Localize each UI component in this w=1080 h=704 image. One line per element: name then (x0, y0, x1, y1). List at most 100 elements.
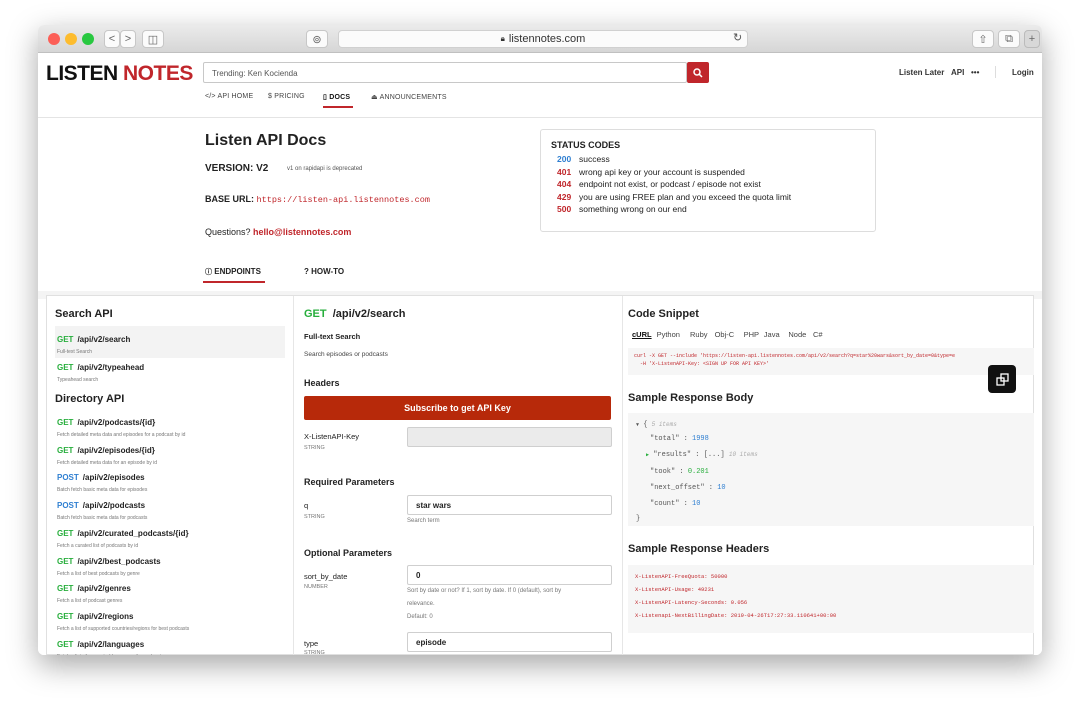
json-took-key: "took" (650, 468, 676, 476)
code-snippet-heading: Code Snippet (628, 308, 699, 320)
status-code-text: wrong api key or your account is suspend… (579, 166, 745, 177)
status-codes-title: STATUS CODES (551, 140, 621, 150)
api-key-input[interactable] (407, 427, 612, 447)
api-link[interactable]: API (951, 68, 964, 77)
curl-line-1: curl -X GET --include 'https://listen-ap… (634, 353, 956, 359)
new-tab-icon[interactable]: + (1024, 30, 1040, 48)
lang-tab[interactable]: Java (764, 330, 780, 339)
json-next-offset: "next_offset" : 10 (650, 484, 726, 492)
tab-endpoints-label: ENDPOINTS (214, 267, 261, 276)
q-param-input[interactable]: star wars (407, 495, 612, 515)
search-icon[interactable] (687, 62, 709, 83)
shield-icon[interactable]: ⊚ (306, 30, 328, 48)
json-results-value: [...] (703, 451, 725, 459)
json-item-count: 5 items (651, 421, 677, 428)
logo-text-listen: LISTEN (46, 62, 118, 85)
endpoint-method: POST (57, 473, 79, 483)
nav-api-home[interactable]: </> API HOME (205, 93, 253, 100)
column-divider (622, 296, 623, 655)
lang-tab[interactable]: Ruby (690, 330, 708, 339)
status-code-text: endpoint not exist, or podcast / episode… (579, 179, 761, 189)
search-api-heading: Search API (55, 308, 113, 320)
json-root[interactable]: ▼ { 5 items (636, 421, 677, 429)
minimize-window-icon[interactable] (65, 33, 77, 45)
close-window-icon[interactable] (48, 33, 60, 45)
lang-tab[interactable]: cURL (632, 330, 652, 339)
subscribe-button[interactable]: Subscribe to get API Key (304, 396, 611, 420)
nav-divider (995, 66, 996, 78)
questions-line: Questions? hello@listennotes.com (205, 227, 351, 237)
back-icon[interactable]: < (104, 30, 120, 48)
json-results-count: 10 items (728, 451, 758, 458)
sort-param-input[interactable]: 0 (407, 565, 612, 585)
zoom-window-icon[interactable] (82, 33, 94, 45)
tabs-overview-icon[interactable]: ⧉ (998, 30, 1020, 48)
endpoint-path: /api/v2/search (332, 308, 406, 320)
sample-response-body: ▼ { 5 items "total" : 1998 ▶ "results" :… (628, 413, 1034, 526)
json-total-value: 1998 (692, 435, 709, 443)
optional-params-heading: Optional Parameters (304, 548, 393, 558)
header-divider (38, 117, 1042, 118)
status-code-text: something wrong on our end (579, 204, 687, 214)
listen-later-link[interactable]: Listen Later (899, 68, 944, 77)
contact-email-link[interactable]: hello@listennotes.com (253, 227, 351, 237)
endpoint-path: /api/v2/languages (77, 639, 145, 649)
search-input[interactable]: Trending: Ken Kocienda (203, 62, 687, 83)
endpoint-subtitle: Full-text Search (304, 332, 361, 341)
column-divider (293, 296, 294, 655)
lang-tab[interactable]: Node (788, 330, 806, 339)
nav-pricing[interactable]: $ PRICING (268, 93, 305, 100)
status-code-row: 500 something wrong on our end (557, 203, 865, 216)
lang-tab[interactable]: C# (813, 330, 823, 339)
type-param-input[interactable]: episode (407, 632, 612, 652)
address-bar[interactable]: 🔒︎ listennotes.com (338, 30, 748, 48)
status-codes-panel: STATUS CODES 200 success 401 wrong api key … (540, 129, 876, 232)
q-param-help: Search term (407, 518, 440, 524)
web-page: LISTEN NOTES Trending: Ken Kocienda List… (38, 54, 1042, 655)
tab-endpoints[interactable]: ⓘ ENDPOINTS (205, 267, 261, 277)
status-code: 200 (557, 154, 572, 164)
q-param-label: q (304, 501, 309, 510)
json-total: "total" : 1998 (650, 435, 709, 443)
json-close-brace: } (636, 515, 641, 523)
status-code: 429 (557, 191, 572, 202)
json-results[interactable]: ▶ "results" : [...] 10 items (646, 451, 758, 459)
headers-heading: Headers (304, 378, 340, 388)
site-logo[interactable]: LISTEN NOTES (46, 62, 193, 86)
base-url-value[interactable]: https://listen-api.listennotes.com (257, 195, 430, 205)
endpoint-method: GET (57, 445, 74, 455)
json-open-brace: { (643, 421, 648, 429)
required-params-heading: Required Parameters (304, 477, 395, 487)
curl-snippet[interactable]: curl -X GET --include 'https://listen-ap… (628, 348, 1034, 375)
status-code-text: success (579, 154, 610, 164)
json-took-value: 0.201 (687, 468, 709, 476)
endpoint-path: /api/v2/podcasts (82, 501, 146, 511)
status-code-row: 429 you are using FREE plan and you excee… (557, 191, 865, 204)
endpoint-method: GET (57, 584, 74, 594)
endpoint-list-item[interactable]: GET/api/v2/typeahead Typeahead search (55, 354, 285, 386)
info-icon: ⓘ (205, 269, 212, 276)
browser-toolbar: < > ◫ ⊚ 🔒︎ listennotes.com ↻ ⇧ ⧉ + (38, 25, 1042, 53)
q-param-type: STRING (304, 514, 325, 520)
lang-tab[interactable]: Obj-C (715, 330, 735, 339)
share-icon[interactable]: ⇧ (972, 30, 994, 48)
sort-param-help-1: Sort by date or not? If 1, sort by date.… (407, 588, 562, 594)
login-link[interactable]: Login (1012, 68, 1034, 77)
response-header-line: X-Listenapi-NextBillingDate: 2019-04-26T… (635, 612, 837, 619)
reload-icon[interactable]: ↻ (733, 31, 742, 44)
sort-param-label: sort_by_date (304, 572, 348, 581)
copy-icon[interactable] (988, 365, 1016, 393)
forward-icon[interactable]: > (120, 30, 136, 48)
endpoint-list-item[interactable]: GET/api/v2/languages Fetch a list of supp… (55, 631, 285, 655)
tab-howto[interactable]: ? HOW-TO (304, 267, 344, 276)
more-menu-icon[interactable]: ••• (971, 68, 979, 77)
sidebar-toggle-icon[interactable]: ◫ (142, 30, 164, 48)
sample-body-heading: Sample Response Body (628, 392, 754, 404)
nav-announcements[interactable]: ⏏ ANNOUNCEMENTS (371, 93, 447, 101)
endpoint-method: POST (57, 501, 79, 511)
json-count-key: "count" (650, 500, 680, 508)
lang-tab[interactable]: Python (657, 330, 680, 339)
nav-docs[interactable]: ▯ DOCS (323, 93, 350, 101)
lang-tab[interactable]: PHP (744, 330, 759, 339)
endpoint-path: /api/v2/genres (77, 584, 131, 594)
